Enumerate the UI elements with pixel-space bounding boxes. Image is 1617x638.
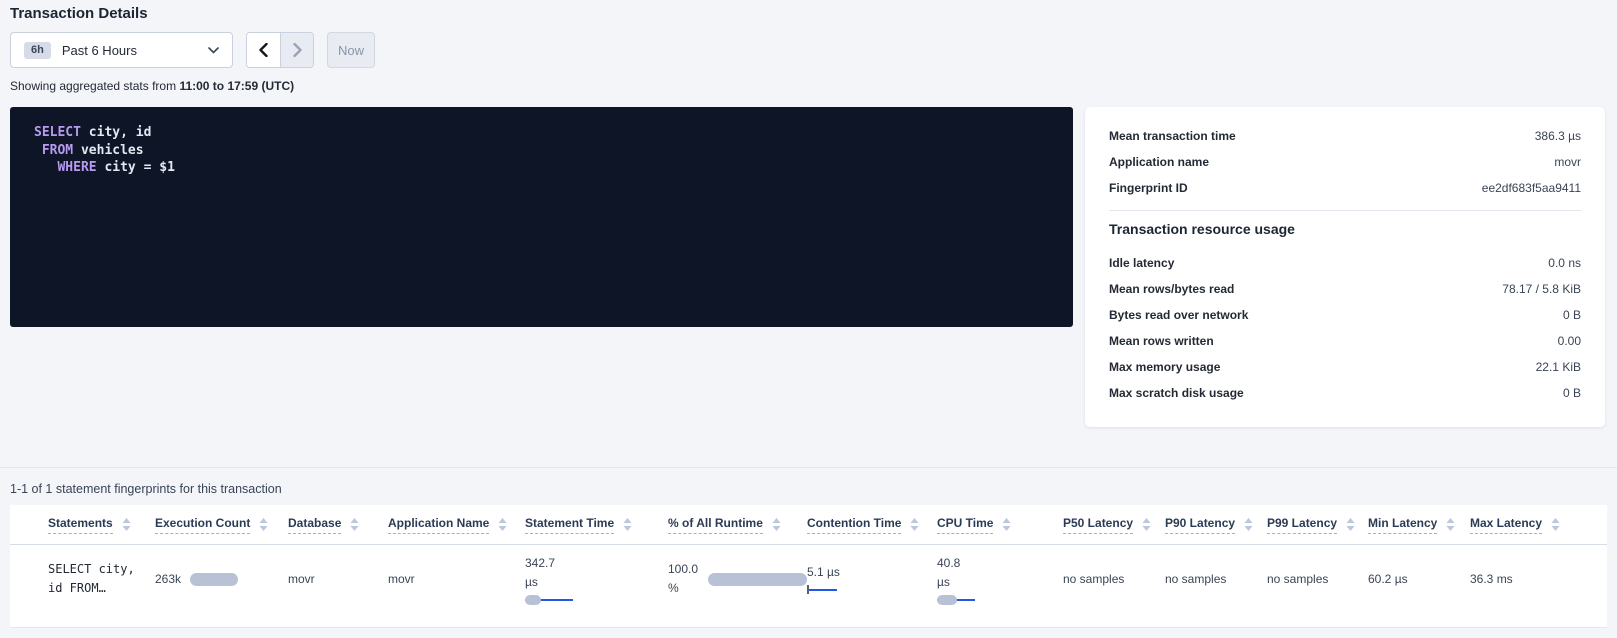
idle-latency-value: 0.0 ns [1548, 256, 1581, 270]
max-memory-usage-value: 22.1 KiB [1536, 360, 1581, 374]
column-header-statement-time[interactable]: Statement Time [525, 516, 668, 534]
sort-icon[interactable] [1346, 518, 1355, 531]
cell-cpu-time: 40.8 µs [937, 554, 1063, 605]
statement-fingerprint-link[interactable]: SELECT city,id FROM… [48, 560, 155, 598]
application-name-value: movr [1554, 155, 1581, 169]
now-button[interactable]: Now [327, 32, 375, 68]
summary-row-application-name: Application name movr [1109, 149, 1581, 175]
sql-keyword: SELECT [34, 125, 81, 140]
summary-row-max-scratch-disk-usage: Max scratch disk usage 0 B [1109, 380, 1581, 406]
contention-time-bar [807, 585, 839, 595]
sort-icon[interactable] [259, 518, 268, 531]
summary-row-idle-latency: Idle latency 0.0 ns [1109, 250, 1581, 276]
sort-icon[interactable] [498, 518, 507, 531]
cell-max-latency: 36.3 ms [1470, 572, 1607, 586]
column-header-statements[interactable]: Statements [48, 516, 155, 534]
summary-row-max-memory-usage: Max memory usage 22.1 KiB [1109, 354, 1581, 380]
cell-p50-latency: no samples [1063, 572, 1165, 586]
time-range-badge: 6h [24, 42, 51, 59]
cell-runtime-percent: 100.0% [668, 560, 807, 598]
time-range-dropdown[interactable]: 6h Past 6 Hours [10, 32, 233, 68]
execution-count-bar [190, 573, 238, 586]
summary-row-bytes-read-over-network: Bytes read over network 0 B [1109, 302, 1581, 328]
sql-keyword: FROM [42, 143, 73, 158]
section-divider [0, 467, 1617, 468]
sort-icon[interactable] [350, 518, 359, 531]
sort-icon[interactable] [772, 518, 781, 531]
column-header-runtime-percent[interactable]: % of All Runtime [668, 516, 807, 534]
sql-fingerprint-box: SELECT city, id FROM vehicles WHERE city… [10, 107, 1073, 327]
runtime-percent-bar [708, 573, 807, 586]
cell-database: movr [288, 572, 388, 586]
statement-row: SELECT city,id FROM… 263k movr movr 342.… [10, 545, 1607, 613]
statements-table-header: Statements Execution Count Database Appl… [10, 505, 1607, 545]
sort-icon[interactable] [1446, 518, 1455, 531]
transaction-summary-card: Mean transaction time 386.3 µs Applicati… [1085, 107, 1605, 427]
sort-icon[interactable] [122, 518, 131, 531]
cell-execution-count: 263k [155, 572, 288, 586]
sort-icon[interactable] [1551, 518, 1560, 531]
cell-p99-latency: no samples [1267, 572, 1368, 586]
summary-row-mean-transaction-time: Mean transaction time 386.3 µs [1109, 123, 1581, 149]
sql-keyword: WHERE [57, 160, 96, 175]
column-header-max-latency[interactable]: Max Latency [1470, 516, 1607, 534]
time-range-label: Past 6 Hours [62, 43, 197, 58]
time-step-buttons [246, 32, 314, 68]
resource-usage-title: Transaction resource usage [1109, 221, 1581, 237]
cpu-time-bar [937, 595, 977, 605]
sort-icon[interactable] [1142, 518, 1151, 531]
cell-application-name: movr [388, 572, 525, 586]
fingerprint-id-value: ee2df683f5aa9411 [1482, 181, 1581, 195]
aggregation-range-text: Showing aggregated stats from 11:00 to 1… [10, 79, 294, 93]
statements-count-caption: 1-1 of 1 statement fingerprints for this… [10, 482, 282, 496]
sql-line: WHERE city = $1 [34, 159, 1049, 177]
column-header-p99-latency[interactable]: P99 Latency [1267, 516, 1368, 534]
summary-row-fingerprint-id: Fingerprint ID ee2df683f5aa9411 [1109, 175, 1581, 201]
mean-rows-written-value: 0.00 [1558, 334, 1581, 348]
mean-rows-bytes-read-value: 78.17 / 5.8 KiB [1502, 282, 1581, 296]
column-header-p90-latency[interactable]: P90 Latency [1165, 516, 1267, 534]
summary-divider [1109, 210, 1581, 211]
cell-p90-latency: no samples [1165, 572, 1267, 586]
page-title: Transaction Details [10, 5, 148, 22]
summary-row-mean-rows-written: Mean rows written 0.00 [1109, 328, 1581, 354]
cell-contention-time: 5.1 µs [807, 563, 937, 595]
column-header-database[interactable]: Database [288, 516, 388, 534]
statements-table: Statements Execution Count Database Appl… [10, 505, 1607, 628]
bytes-read-over-network-value: 0 B [1563, 308, 1581, 322]
chevron-down-icon [208, 47, 219, 54]
column-header-cpu-time[interactable]: CPU Time [937, 516, 1063, 534]
summary-row-mean-rows-bytes-read: Mean rows/bytes read 78.17 / 5.8 KiB [1109, 276, 1581, 302]
statement-time-bar [525, 595, 575, 605]
sort-icon[interactable] [623, 518, 632, 531]
cell-statement-time: 342.7 µs [525, 554, 668, 605]
column-header-application-name[interactable]: Application Name [388, 516, 525, 534]
sql-line: SELECT city, id [34, 124, 1049, 142]
aggregation-range-value: 11:00 to 17:59 (UTC) [179, 79, 294, 93]
max-scratch-disk-usage-value: 0 B [1563, 386, 1581, 400]
sort-icon[interactable] [1002, 518, 1011, 531]
column-header-min-latency[interactable]: Min Latency [1368, 516, 1470, 534]
column-header-execution-count[interactable]: Execution Count [155, 516, 288, 534]
chevron-left-icon [259, 43, 268, 57]
sort-icon[interactable] [910, 518, 919, 531]
previous-interval-button[interactable] [247, 33, 280, 67]
chevron-right-icon [293, 43, 302, 57]
cell-min-latency: 60.2 µs [1368, 572, 1470, 586]
next-interval-button[interactable] [280, 33, 313, 67]
sql-line: FROM vehicles [34, 142, 1049, 160]
column-header-p50-latency[interactable]: P50 Latency [1063, 516, 1165, 534]
time-controls: 6h Past 6 Hours Now [10, 32, 375, 68]
sort-icon[interactable] [1244, 518, 1253, 531]
column-header-contention-time[interactable]: Contention Time [807, 516, 937, 534]
transaction-details-page: Transaction Details 6h Past 6 Hours Now … [0, 0, 1617, 638]
mean-transaction-time-value: 386.3 µs [1535, 129, 1581, 143]
